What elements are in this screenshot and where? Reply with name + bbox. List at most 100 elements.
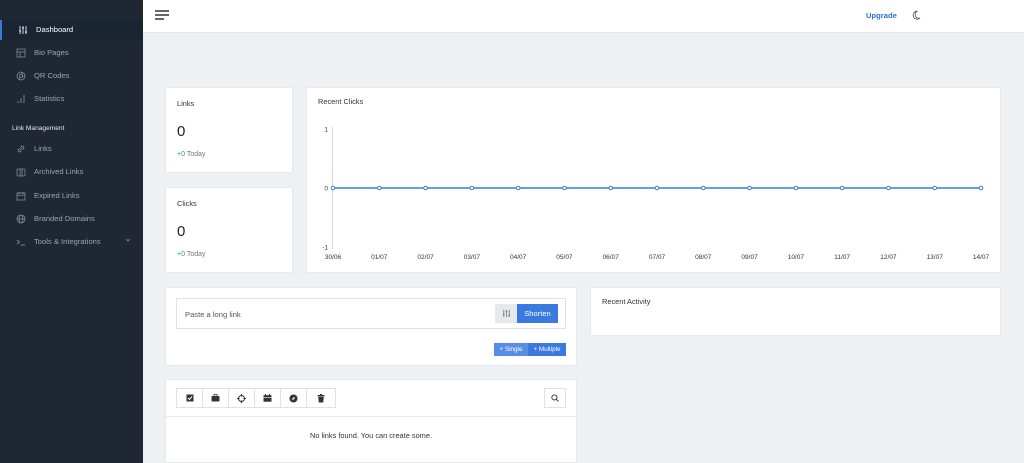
x-tick-label: 13/07 (927, 254, 944, 261)
sidebar-item-dashboard[interactable]: Dashboard (0, 20, 143, 40)
sidebar-item-label: Bio Pages (34, 48, 69, 57)
sidebar: Dashboard Bio Pages QR Codes Statistics … (0, 0, 143, 463)
data-point (978, 185, 984, 191)
sidebar-item-qr-codes[interactable]: QR Codes (0, 66, 143, 86)
calendar-icon (16, 192, 26, 201)
schedule-selected-button[interactable] (255, 389, 281, 407)
x-tick-label: 05/07 (556, 254, 573, 261)
archive-icon (16, 168, 26, 177)
sidebar-item-label: QR Codes (34, 71, 70, 80)
long-link-input[interactable] (185, 307, 485, 321)
single-button[interactable]: + Single (494, 343, 528, 356)
link-icon (17, 145, 25, 153)
sidebar-item-tools-integrations[interactable]: Tools & Integrations (0, 232, 143, 252)
x-tick-label: 04/07 (510, 254, 527, 261)
sidebar-item-statistics[interactable]: Statistics (0, 89, 143, 109)
bulk-actions-toolbar (176, 388, 336, 408)
x-tick-label: 12/07 (880, 254, 897, 261)
qr-aperture-icon (16, 71, 26, 81)
archive-selected-button[interactable] (203, 389, 229, 407)
sidebar-item-label: Statistics (34, 94, 65, 103)
sidebar-item-label: Tools & Integrations (34, 237, 101, 246)
stat-delta-value: +0 (177, 151, 185, 158)
x-tick-label: 07/07 (649, 254, 666, 261)
stat-delta: +0 Today (177, 151, 206, 158)
shorten-button[interactable]: Shorten (517, 304, 558, 323)
sidebar-item-branded-domains[interactable]: Branded Domains (0, 209, 143, 229)
data-point (608, 185, 614, 191)
empty-links-message: No links found. You can create some. (309, 431, 433, 440)
trash-icon (317, 393, 325, 402)
recent-clicks-chart: 1 0 -1 30/06 01/07 02/07 03/07 04/07 05/07 06/07 0… (322, 127, 990, 262)
calendar-icon (263, 394, 272, 402)
table-divider (166, 416, 576, 417)
sidebar-item-label: Branded Domains (34, 214, 95, 223)
x-tick-label: 11/07 (834, 254, 850, 261)
upgrade-link[interactable]: Upgrade (866, 11, 897, 20)
select-all-button[interactable] (177, 389, 203, 407)
sidebar-item-label: Dashboard (36, 25, 74, 34)
stat-value: 0 (177, 123, 186, 140)
recent-activity-card: Recent Activity (590, 287, 1001, 336)
data-point (839, 185, 845, 191)
clicks-stat-card: Clicks 0 +0 Today (165, 187, 293, 273)
checkbox-icon (186, 394, 193, 402)
multiple-button[interactable]: + Multiple (528, 343, 566, 356)
sidebar-item-label: Expired Links (34, 191, 80, 200)
moon-icon[interactable] (911, 10, 921, 21)
bar-chart-icon (17, 95, 25, 103)
sidebar-item-bio-pages[interactable]: Bio Pages (0, 43, 143, 63)
briefcase-icon (211, 394, 220, 402)
chevron-down-icon (125, 238, 131, 242)
x-tick-label: 01/07 (371, 254, 388, 261)
data-point (423, 185, 428, 191)
stat-title: Clicks (177, 199, 197, 208)
sliders-icon (502, 309, 510, 318)
data-point (932, 185, 938, 191)
data-point (700, 185, 706, 191)
sidebar-item-label: Archived Links (34, 167, 84, 176)
sidebar-item-links[interactable]: Links (0, 139, 143, 159)
delete-selected-button[interactable] (307, 389, 335, 407)
terminal-icon (16, 239, 25, 246)
data-point (515, 185, 521, 191)
stat-delta-value: +0 (177, 251, 185, 258)
links-table-card: No links found. You can create some. (165, 379, 577, 463)
link-input-group: Shorten (176, 298, 566, 329)
y-tick-label: 1 (324, 127, 328, 134)
stat-delta: +0 Today (177, 251, 206, 258)
search-links-button[interactable] (544, 388, 566, 408)
sliders-icon (19, 26, 27, 34)
data-point (654, 185, 660, 191)
y-tick-label: 0 (324, 186, 328, 193)
section-title-link-management: Link Management (12, 125, 65, 132)
top-bar: Upgrade (143, 0, 1024, 33)
compass-icon (289, 394, 298, 402)
stat-period: Today (186, 251, 206, 258)
y-tick-label: -1 (322, 245, 328, 252)
sidebar-item-archived-links[interactable]: Archived Links (0, 162, 143, 182)
x-tick-label: 08/07 (695, 254, 712, 261)
recent-activity-title: Recent Activity (602, 297, 651, 306)
recent-clicks-card: Recent Clicks 1 0 -1 30/06 01/07 02/07 03/07 04… (306, 87, 1001, 273)
x-tick-label: 14/07 (973, 254, 990, 261)
data-point (886, 185, 891, 191)
crosshair-icon (237, 393, 246, 403)
x-tick-label: 10/07 (788, 254, 805, 261)
x-tick-label: 02/07 (417, 254, 434, 261)
x-tick-label: 06/07 (603, 254, 620, 261)
target-selected-button[interactable] (229, 389, 255, 407)
stat-period: Today (186, 151, 206, 158)
x-tick-label: 30/06 (325, 254, 342, 261)
hamburger-menu-icon[interactable] (155, 9, 169, 21)
link-options-button[interactable] (495, 304, 517, 323)
data-point (376, 185, 382, 191)
stat-value: 0 (177, 223, 186, 240)
x-tick-label: 03/07 (464, 254, 481, 261)
shorten-card: Shorten + Single + Multiple (165, 287, 577, 366)
sidebar-item-expired-links[interactable]: Expired Links (0, 186, 143, 206)
explore-selected-button[interactable] (281, 389, 307, 407)
data-point (330, 185, 336, 191)
data-point (747, 185, 752, 191)
search-icon (551, 394, 559, 402)
